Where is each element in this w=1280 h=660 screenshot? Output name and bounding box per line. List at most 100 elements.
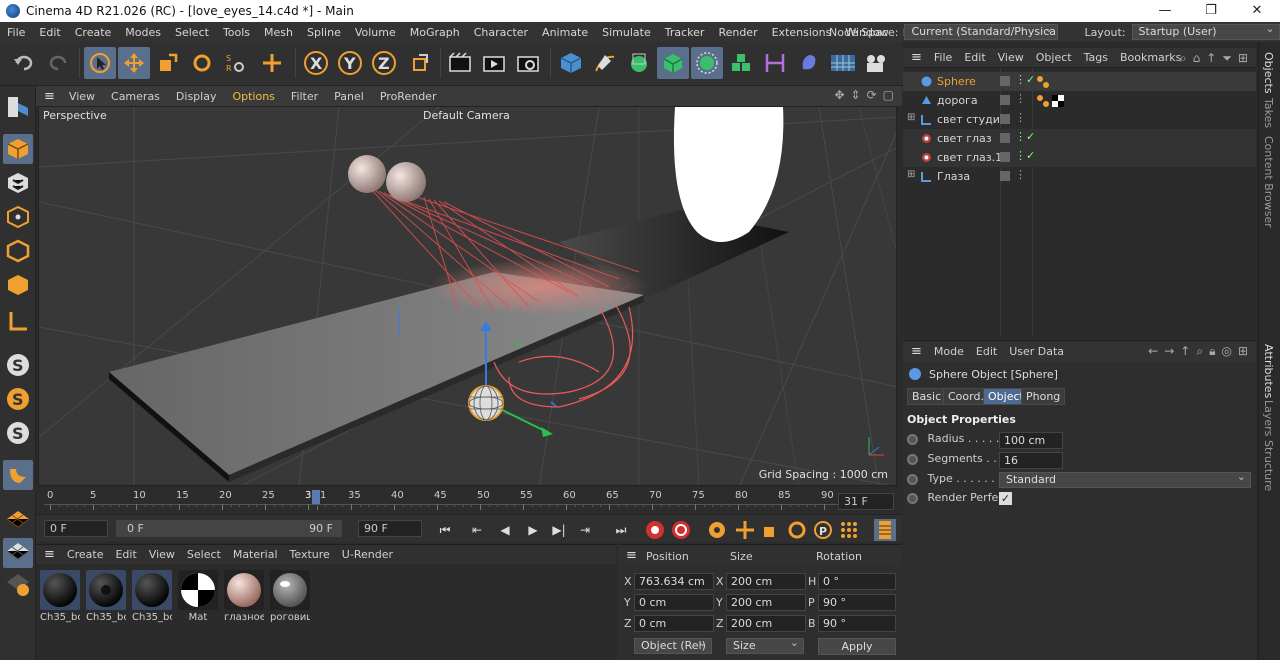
side-tab-layers[interactable]: Layers	[1262, 400, 1275, 436]
visibility-check-icon[interactable]: ⋮✓	[1015, 130, 1035, 143]
layer-icon[interactable]	[1000, 171, 1010, 181]
material-swatch[interactable]: Mat	[178, 570, 218, 628]
menu-mograph[interactable]: MoGraph	[403, 26, 467, 39]
previous-frame-icon[interactable]: ◀	[494, 519, 516, 541]
transform-tool-icon[interactable]	[256, 47, 288, 79]
snap-enable-icon[interactable]: S	[3, 418, 33, 448]
menu-spline[interactable]: Spline	[300, 26, 348, 39]
home-icon[interactable]: ⌂	[1193, 51, 1201, 66]
make-editable-icon[interactable]	[3, 92, 33, 122]
visibility-dots-icon[interactable]: ⋮	[1015, 111, 1026, 124]
radius-field[interactable]: 100 cm	[999, 432, 1063, 449]
menu-character[interactable]: Character	[467, 26, 535, 39]
redo-icon[interactable]	[42, 47, 74, 79]
viewport-move-icon[interactable]: ✥	[834, 88, 844, 102]
coord-hamburger-icon[interactable]: ≡	[626, 548, 637, 563]
viewport-menu-view[interactable]: View	[61, 90, 103, 103]
key-rotation-icon[interactable]	[786, 519, 808, 541]
cube-primitive-icon[interactable]	[555, 47, 587, 79]
polygons-mode-icon[interactable]	[3, 270, 33, 300]
recent-tools-icon[interactable]: SR	[218, 47, 250, 79]
side-tab-attributes[interactable]: Attributes	[1262, 344, 1275, 398]
texture-mode-icon[interactable]	[3, 168, 33, 198]
viewport-menu-filter[interactable]: Filter	[283, 90, 326, 103]
menu-render[interactable]: Render	[711, 26, 764, 39]
viewport-menu-panel[interactable]: Panel	[326, 90, 372, 103]
scale-tool-icon[interactable]	[152, 47, 184, 79]
segments-animate-icon[interactable]	[907, 453, 918, 465]
play-icon[interactable]: ▶	[522, 519, 544, 541]
type-animate-icon[interactable]	[907, 473, 918, 485]
settings-icon[interactable]: ◎	[1221, 344, 1231, 359]
object-hamburger-icon[interactable]: ≡	[903, 50, 928, 65]
menu-tools[interactable]: Tools	[216, 26, 257, 39]
snap-settings-icon[interactable]: S	[3, 384, 33, 414]
material-menu-create[interactable]: Create	[61, 548, 110, 561]
menu-select[interactable]: Select	[168, 26, 216, 39]
search-icon[interactable]: ⌕	[1180, 51, 1187, 66]
rotation-h-field[interactable]: 0 °	[818, 573, 896, 590]
tweak-mode-icon[interactable]	[3, 460, 33, 490]
minimize-button[interactable]: —	[1142, 0, 1188, 22]
viewport-menu-display[interactable]: Display	[168, 90, 225, 103]
menu-edit[interactable]: Edit	[32, 26, 67, 39]
pen-spline-icon[interactable]	[589, 47, 621, 79]
solo-mode-icon[interactable]	[3, 570, 33, 600]
next-key-icon[interactable]: ⇥	[574, 519, 596, 541]
forward-arrow-icon[interactable]: →	[1164, 344, 1174, 359]
snap-icon[interactable]: S	[3, 350, 33, 380]
size-mode-select[interactable]: Size	[726, 638, 804, 654]
floor-environment-icon[interactable]	[827, 47, 859, 79]
render-perfect-animate-icon[interactable]	[907, 492, 918, 504]
object-row-eyes[interactable]: ⊞ Глаза ⋮	[903, 167, 1256, 186]
menu-file[interactable]: File	[0, 26, 32, 39]
timeline-layout-icon[interactable]	[874, 519, 896, 541]
attr-menu-edit[interactable]: Edit	[970, 345, 1003, 358]
menu-create[interactable]: Create	[68, 26, 119, 39]
material-menu-texture[interactable]: Texture	[284, 548, 336, 561]
size-z-field[interactable]: 200 cm	[726, 615, 806, 632]
visibility-dots-icon[interactable]: ⋮	[1015, 168, 1026, 181]
apply-button[interactable]: Apply	[818, 638, 896, 655]
grid-layer-icon[interactable]	[3, 506, 33, 536]
3d-viewport[interactable]: Perspective Default Camera Grid Spacing …	[38, 106, 897, 486]
render-picture-viewer-icon[interactable]	[478, 47, 510, 79]
coordinate-mode-select[interactable]: Object (Rel)	[634, 638, 712, 654]
layer-icon[interactable]	[1000, 95, 1010, 105]
viewport-pan-icon[interactable]: ⇕	[851, 88, 861, 102]
next-frame-icon[interactable]: ▶|	[548, 519, 570, 541]
timeline-ruler[interactable]: 05101520253031354045505560657075808590 3…	[36, 488, 902, 514]
material-swatch[interactable]: роговиц	[270, 570, 310, 628]
menu-simulate[interactable]: Simulate	[595, 26, 658, 39]
object-row-eye-light[interactable]: свет глаз ⋮✓	[903, 129, 1256, 148]
mograph-cloner-icon[interactable]	[725, 47, 757, 79]
field-icon[interactable]	[793, 47, 825, 79]
material-swatch[interactable]: глазное	[224, 570, 264, 628]
side-tab-structure[interactable]: Structure	[1262, 440, 1275, 491]
render-settings-icon[interactable]	[512, 47, 544, 79]
current-frame-field[interactable]: 31 F	[838, 493, 894, 510]
viewport-maximize-icon[interactable]: ▢	[883, 88, 894, 102]
attr-menu-mode[interactable]: Mode	[928, 345, 970, 358]
go-to-end-icon[interactable]: ⏭	[610, 519, 632, 541]
key-parameter-icon[interactable]: P	[812, 519, 834, 541]
position-y-field[interactable]: 0 cm	[634, 594, 714, 611]
rotate-tool-icon[interactable]	[186, 47, 218, 79]
visibility-dots-icon[interactable]: ⋮	[1015, 92, 1026, 105]
side-tab-objects[interactable]: Objects	[1262, 52, 1275, 94]
lock-icon[interactable]: 🔒︎	[1209, 344, 1215, 359]
object-menu-file[interactable]: File	[928, 51, 958, 64]
visibility-check-icon[interactable]: ⋮✓	[1015, 73, 1035, 86]
z-axis-lock-button[interactable]: Z	[368, 47, 400, 79]
tab-phong[interactable]: Phong	[1021, 388, 1066, 405]
deformer-icon[interactable]	[759, 47, 791, 79]
keyframe-selection-icon[interactable]	[706, 519, 728, 541]
restore-button[interactable]: ❐	[1188, 0, 1234, 22]
material-menu-edit[interactable]: Edit	[109, 548, 142, 561]
up-arrow-icon[interactable]: ↑	[1180, 344, 1190, 359]
material-swatch[interactable]: Ch35_bc	[86, 570, 126, 628]
side-tab-takes[interactable]: Takes	[1262, 98, 1275, 128]
viewport-hamburger-icon[interactable]: ≡	[36, 89, 61, 104]
position-z-field[interactable]: 0 cm	[634, 615, 714, 632]
move-tool-icon[interactable]	[118, 47, 150, 79]
